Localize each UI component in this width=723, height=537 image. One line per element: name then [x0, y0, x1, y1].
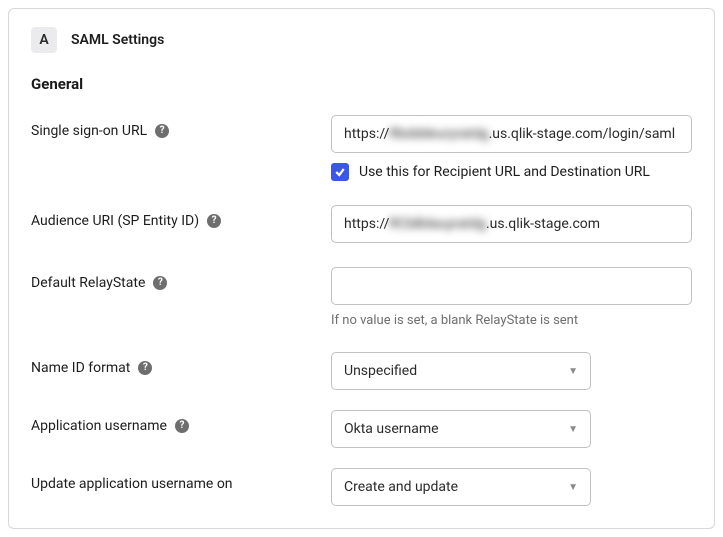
- label-update-username-on: Update application username on: [31, 476, 233, 492]
- label-sso-url: Single sign-on URL: [31, 123, 147, 139]
- name-id-format-select[interactable]: Unspecified ▼: [331, 352, 591, 390]
- row-app-username: Application username ? Okta username ▼: [31, 410, 692, 448]
- help-icon[interactable]: ?: [153, 276, 167, 290]
- help-icon[interactable]: ?: [155, 124, 169, 138]
- label-name-id-format: Name ID format: [31, 360, 130, 376]
- saml-settings-panel: A SAML Settings General Single sign-on U…: [8, 8, 715, 529]
- select-value: Create and update: [344, 479, 458, 495]
- select-value: Unspecified: [344, 363, 417, 379]
- row-audience-uri: Audience URI (SP Entity ID) ? https://RC…: [31, 205, 692, 243]
- select-value: Okta username: [344, 421, 439, 437]
- relaystate-hint: If no value is set, a blank RelayState i…: [331, 313, 692, 328]
- label-app-username: Application username: [31, 418, 167, 434]
- app-username-select[interactable]: Okta username ▼: [331, 410, 591, 448]
- chevron-down-icon: ▼: [568, 482, 578, 493]
- help-icon[interactable]: ?: [138, 361, 152, 375]
- label-default-relaystate: Default RelayState: [31, 275, 145, 291]
- label-audience-uri: Audience URI (SP Entity ID): [31, 213, 199, 229]
- help-icon[interactable]: ?: [207, 214, 221, 228]
- help-icon[interactable]: ?: [175, 419, 189, 433]
- row-default-relaystate: Default RelayState ? If no value is set,…: [31, 267, 692, 328]
- audience-uri-input[interactable]: https://RCbBdauyratdg.us.qlik-stage.com: [331, 205, 692, 243]
- update-username-on-select[interactable]: Create and update ▼: [331, 468, 591, 506]
- row-name-id-format: Name ID format ? Unspecified ▼: [31, 352, 692, 390]
- recipient-destination-checkbox[interactable]: [331, 163, 349, 181]
- panel-header: A SAML Settings: [31, 27, 692, 53]
- sso-url-input[interactable]: https://Rbdddeuryratdg.us.qlik-stage.com…: [331, 115, 692, 153]
- chevron-down-icon: ▼: [568, 424, 578, 435]
- default-relaystate-input[interactable]: [331, 267, 692, 305]
- checkbox-label: Use this for Recipient URL and Destinati…: [359, 164, 650, 180]
- row-sso-url: Single sign-on URL ? https://Rbdddeuryra…: [31, 115, 692, 181]
- row-update-username-on: Update application username on Create an…: [31, 468, 692, 506]
- general-heading: General: [31, 75, 692, 93]
- panel-title: SAML Settings: [71, 32, 164, 48]
- section-badge: A: [31, 27, 57, 53]
- chevron-down-icon: ▼: [568, 366, 578, 377]
